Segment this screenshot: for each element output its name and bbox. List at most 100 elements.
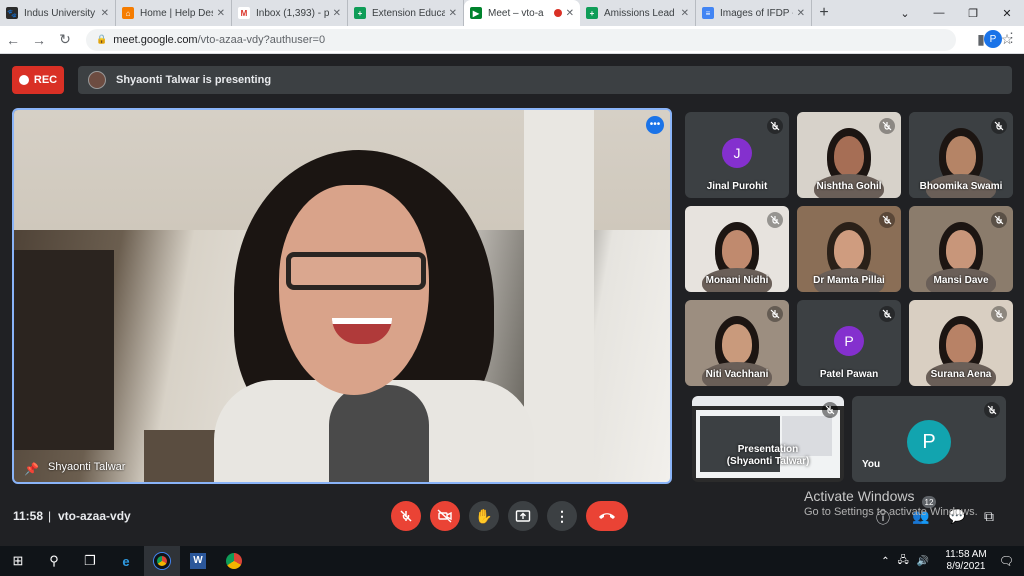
- main-speaker-name: Shyaonti Talwar: [48, 461, 126, 473]
- leave-call-button[interactable]: [586, 501, 628, 531]
- raise-hand-button[interactable]: ✋: [469, 501, 499, 531]
- notifications-icon[interactable]: 🗨: [999, 554, 1014, 568]
- tab-title: Extension Educat: [372, 7, 445, 19]
- recording-indicator[interactable]: REC: [12, 66, 64, 94]
- close-tab-icon[interactable]: ✕: [217, 8, 225, 19]
- windows-taskbar: ⊞ ⚲ ❐ e W ⌃ 🖧 🔊 11:58 AM 8/9/2021 🗨: [0, 546, 1024, 576]
- presentation-tile[interactable]: Presentation (Shyaonti Talwar): [692, 396, 844, 482]
- word-icon[interactable]: W: [180, 546, 216, 576]
- mic-toggle-button[interactable]: [391, 501, 421, 531]
- browser-tab[interactable]: + Amissions Lead ✕: [580, 0, 696, 26]
- network-icon[interactable]: 🖧: [898, 553, 909, 570]
- close-tab-icon[interactable]: ✕: [101, 8, 109, 19]
- edge-icon[interactable]: e: [108, 546, 144, 576]
- meet-top-bar: REC Shyaonti Talwar is presenting: [0, 54, 1024, 104]
- recording-dot-icon: [553, 9, 562, 17]
- search-icon[interactable]: ⚲: [36, 546, 72, 576]
- browser-tab-strip: 🐾 Indus University ✕ ⌂ Home | Help Desk ✕ M Inb…: [0, 0, 1024, 26]
- participant-name: Dr Mamta Pillai: [813, 275, 885, 286]
- participant-tile[interactable]: J Jinal Purohit: [685, 112, 789, 198]
- close-window-icon[interactable]: ✕: [990, 0, 1024, 26]
- main-speaker-video[interactable]: ••• 📌 Shyaonti Talwar: [12, 108, 672, 484]
- participant-face: [946, 230, 976, 270]
- mic-off-icon: [879, 212, 895, 228]
- start-icon[interactable]: ⊞: [0, 546, 36, 576]
- participant-tile[interactable]: Nishtha Gohil: [797, 112, 901, 198]
- volume-icon[interactable]: 🔊: [917, 556, 929, 567]
- tab-favicon-icon: ▶: [470, 7, 482, 19]
- mic-off-icon: [767, 212, 783, 228]
- tray-chevron-icon[interactable]: ⌃: [881, 556, 889, 567]
- pin-icon[interactable]: 📌: [24, 462, 39, 476]
- record-dot-icon: [18, 75, 29, 85]
- more-vert-icon: ⋮: [555, 507, 569, 524]
- activate-windows-subtitle: Go to Settings to activate Windows.: [804, 506, 978, 518]
- browser-tab[interactable]: ≡ Images of IFDP - ✕: [696, 0, 812, 26]
- close-tab-icon[interactable]: ✕: [449, 8, 457, 19]
- tab-title: Indus University: [24, 7, 96, 19]
- participant-name: Jinal Purohit: [706, 181, 768, 192]
- mic-off-icon: [879, 118, 895, 134]
- browser-menu-icon[interactable]: ⋮: [1005, 30, 1018, 46]
- tab-favicon-icon: ⌂: [122, 7, 134, 19]
- browser-tab[interactable]: 🐾 Indus University ✕: [0, 0, 116, 26]
- forward-icon[interactable]: →: [26, 32, 52, 48]
- chrome-profile-icon[interactable]: [216, 546, 252, 576]
- presenting-text: Shyaonti Talwar is presenting: [116, 74, 272, 86]
- tab-search-icon[interactable]: ⌄: [888, 0, 922, 26]
- close-tab-icon[interactable]: ✕: [681, 8, 689, 19]
- participant-name: Monani Nidhi: [705, 275, 769, 286]
- more-options-icon[interactable]: •••: [646, 116, 664, 134]
- present-screen-button[interactable]: [508, 501, 538, 531]
- participant-tile[interactable]: Dr Mamta Pillai: [797, 206, 901, 292]
- profile-avatar[interactable]: P: [984, 30, 1002, 48]
- clock-date: 8/9/2021: [946, 561, 986, 572]
- browser-tab[interactable]: ▶ Meet – vto-a ✕: [464, 0, 580, 26]
- participant-face: [834, 230, 864, 270]
- speaker-glasses: [286, 252, 426, 290]
- activities-icon[interactable]: ⧉: [984, 508, 994, 525]
- background-door: [524, 110, 594, 482]
- tab-title: Meet – vto-a: [488, 7, 544, 19]
- minimize-icon[interactable]: —: [922, 0, 956, 26]
- system-tray: ⌃ 🖧 🔊 11:58 AM 8/9/2021 🗨: [881, 546, 1024, 576]
- participant-face: [946, 136, 976, 176]
- self-tile[interactable]: P You: [852, 396, 1006, 482]
- close-tab-icon[interactable]: ✕: [333, 8, 341, 19]
- tab-title: Amissions Lead: [604, 7, 675, 19]
- browser-tab[interactable]: ⌂ Home | Help Desk ✕: [116, 0, 232, 26]
- url-path: /vto-azaa-vdy?authuser=0: [197, 33, 326, 46]
- participant-face: [946, 324, 976, 364]
- close-tab-icon[interactable]: ✕: [566, 8, 574, 19]
- reload-icon[interactable]: ↻: [52, 31, 78, 48]
- participant-tile[interactable]: Niti Vachhani: [685, 300, 789, 386]
- taskbar-clock[interactable]: 11:58 AM 8/9/2021: [945, 549, 987, 573]
- tab-title: Inbox (1,393) - p: [256, 7, 329, 19]
- participant-name: Bhoomika Swami: [919, 181, 1003, 192]
- tab-favicon-icon: 🐾: [6, 7, 18, 19]
- participant-tile[interactable]: Surana Aena: [909, 300, 1013, 386]
- new-tab-button[interactable]: +: [812, 0, 836, 26]
- participant-name: Patel Pawan: [819, 369, 879, 380]
- tab-favicon-icon: ≡: [702, 7, 714, 19]
- task-view-icon[interactable]: ❐: [72, 546, 108, 576]
- meeting-time: 11:58: [13, 509, 44, 523]
- browser-tab[interactable]: M Inbox (1,393) - p ✕: [232, 0, 348, 26]
- browser-tab[interactable]: + Extension Educat ✕: [348, 0, 464, 26]
- participant-tile[interactable]: P Patel Pawan: [797, 300, 901, 386]
- back-icon[interactable]: ←: [0, 32, 26, 48]
- self-avatar: P: [907, 420, 951, 464]
- chrome-icon[interactable]: [144, 546, 180, 576]
- participant-tile[interactable]: Mansi Dave: [909, 206, 1013, 292]
- hand-icon: ✋: [475, 507, 493, 524]
- more-options-button[interactable]: ⋮: [547, 501, 577, 531]
- url-input[interactable]: 🔒 meet.google.com/vto-azaa-vdy?authuser=…: [86, 28, 956, 51]
- participant-tile[interactable]: Monani Nidhi: [685, 206, 789, 292]
- activate-windows-title: Activate Windows: [804, 488, 915, 504]
- participant-tile[interactable]: Bhoomika Swami: [909, 112, 1013, 198]
- restore-icon[interactable]: ❐: [956, 0, 990, 26]
- camera-toggle-button[interactable]: [430, 501, 460, 531]
- participant-avatar: J: [722, 138, 752, 168]
- close-tab-icon[interactable]: ✕: [797, 8, 805, 19]
- participant-name: Niti Vachhani: [705, 369, 769, 380]
